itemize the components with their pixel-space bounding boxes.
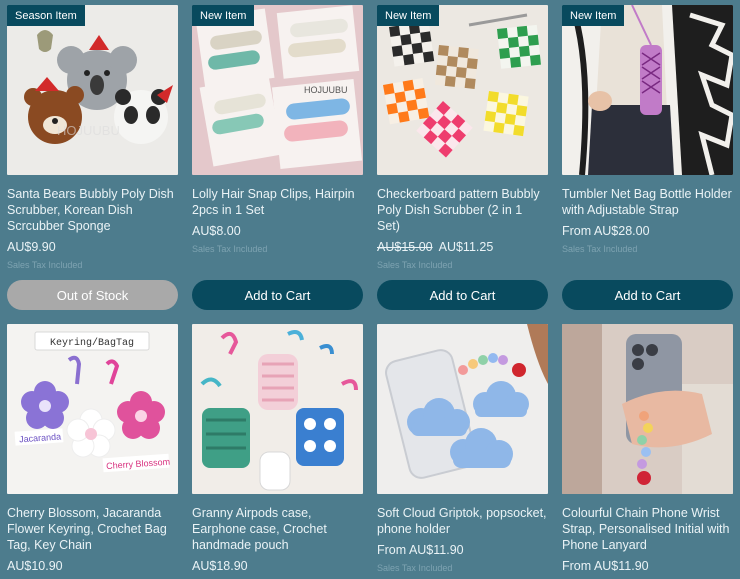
product-title[interactable]: Cherry Blossom, Jacaranda Flower Keyring… — [7, 505, 178, 553]
product-image[interactable]: HOJUUBU New Item — [192, 5, 363, 175]
tumbler-bag-photo — [562, 5, 733, 175]
sale-price: AU$11.25 — [438, 240, 494, 254]
add-to-cart-button[interactable]: Add to Cart — [377, 280, 548, 310]
hair-clips-photo: HOJUUBU — [192, 5, 363, 175]
ribbon-badge: Season Item — [7, 5, 85, 26]
product-card-chain-strap[interactable]: Colourful Chain Phone Wrist Strap, Perso… — [562, 324, 733, 574]
product-image[interactable] — [377, 324, 548, 494]
product-image[interactable]: New Item — [562, 5, 733, 175]
add-to-cart-button[interactable]: Add to Cart — [562, 280, 733, 310]
tax-note: Sales Tax Included — [7, 260, 83, 270]
cloud-griptok-photo — [377, 324, 548, 494]
add-to-cart-button[interactable]: Add to Cart — [192, 280, 363, 310]
ribbon-badge: New Item — [192, 5, 255, 26]
tax-note: Sales Tax Included — [377, 563, 453, 573]
product-image[interactable] — [192, 324, 363, 494]
out-of-stock-button[interactable]: Out of Stock — [7, 280, 178, 310]
tax-note: Sales Tax Included — [192, 244, 268, 254]
product-price: AU$18.90 — [192, 559, 248, 573]
product-card-airpods-case[interactable]: Granny Airpods case, Earphone case, Croc… — [192, 324, 363, 574]
svg-text:Keyring/BagTag: Keyring/BagTag — [50, 337, 134, 349]
product-price: From AU$28.00 — [562, 224, 650, 238]
santa-bears-photo: HOJUUBU — [7, 5, 178, 175]
product-title[interactable]: Lolly Hair Snap Clips, Hairpin 2pcs in 1… — [192, 186, 363, 218]
tax-note: Sales Tax Included — [377, 260, 453, 270]
tax-note: Sales Tax Included — [562, 244, 638, 254]
airpods-case-photo — [192, 324, 363, 494]
ribbon-badge: New Item — [562, 5, 625, 26]
product-price: From AU$11.90 — [562, 559, 649, 573]
chain-strap-photo — [562, 324, 733, 494]
product-title[interactable]: Granny Airpods case, Earphone case, Croc… — [192, 505, 363, 553]
product-price: AU$15.00 AU$11.25 — [377, 239, 548, 255]
checkerboard-scrubbers-photo — [377, 5, 548, 175]
product-card-santa-bears[interactable]: HOJUUBU Season Item Santa Bears Bubbly P… — [7, 5, 178, 271]
product-image[interactable]: HOJUUBU Season Item — [7, 5, 178, 175]
svg-text:HOJUUBU: HOJUUBU — [304, 85, 348, 95]
original-price: AU$15.00 — [377, 240, 433, 254]
product-title[interactable]: Tumbler Net Bag Bottle Holder with Adjus… — [562, 186, 733, 218]
product-image[interactable]: Keyring/BagTag Jacaranda Cherry Blossom — [7, 324, 178, 494]
flower-keyring-photo: Keyring/BagTag Jacaranda Cherry Blossom — [7, 324, 178, 494]
product-title[interactable]: Soft Cloud Griptok, popsocket, phone hol… — [377, 505, 548, 537]
product-price: AU$9.90 — [7, 240, 56, 254]
product-price: AU$10.90 — [7, 559, 63, 573]
product-card-cloud-griptok[interactable]: Soft Cloud Griptok, popsocket, phone hol… — [377, 324, 548, 574]
product-title[interactable]: Checkerboard pattern Bubbly Poly Dish Sc… — [377, 186, 548, 234]
product-title[interactable]: Colourful Chain Phone Wrist Strap, Perso… — [562, 505, 733, 553]
product-card-tumbler-net-bag[interactable]: New Item Tumbler Net Bag Bottle Holder w… — [562, 5, 733, 255]
svg-text:HOJUUBU: HOJUUBU — [57, 123, 120, 138]
product-image[interactable]: New Item — [377, 5, 548, 175]
product-price: From AU$11.90 — [377, 543, 464, 557]
product-price: AU$8.00 — [192, 224, 241, 238]
product-card-checkerboard-scrubber[interactable]: New Item Checkerboard pattern Bubbly Pol… — [377, 5, 548, 271]
product-card-hair-clips[interactable]: HOJUUBU New Item Lolly Hair Snap Clips, … — [192, 5, 363, 255]
product-title[interactable]: Santa Bears Bubbly Poly Dish Scrubber, K… — [7, 186, 178, 234]
product-image[interactable] — [562, 324, 733, 494]
ribbon-badge: New Item — [377, 5, 440, 26]
product-card-flower-keyring[interactable]: Keyring/BagTag Jacaranda Cherry Blossom … — [7, 324, 178, 574]
